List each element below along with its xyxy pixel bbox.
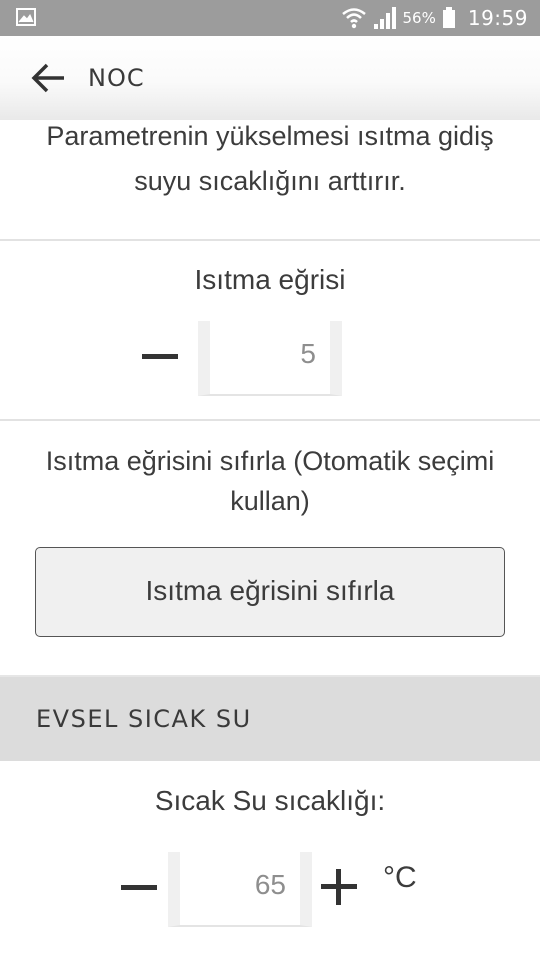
hot-water-label: Sıcak Su sıcaklığı: [154,785,386,816]
status-time: 19:59 [467,6,528,30]
temperature-unit: °C [383,861,417,894]
wifi-icon [341,8,366,29]
page-title: NOC [88,64,145,92]
battery-icon [442,7,455,28]
heating-curve-value[interactable]: 5 [198,321,342,396]
hot-water-value[interactable]: 65 [168,852,312,927]
arrow-left-icon[interactable] [28,61,68,95]
hot-water-minus-button[interactable] [121,885,157,890]
reset-curve-button[interactable]: Isıtma eğrisini sıfırla [35,547,505,637]
hot-water-plus-button[interactable] [321,869,357,905]
app-bar: NOC [0,36,540,120]
heating-curve-card: Isıtma eğrisi 5 [0,241,540,419]
battery-percent: 56% [402,9,436,27]
status-icons: 56% 19:59 [341,0,528,36]
signal-icon [373,7,396,29]
reset-curve-card: Isıtma eğrisini sıfırla (Otomatik seçimi… [0,421,540,675]
heating-curve-label: Isıtma eğrisi [194,264,346,295]
gallery-icon [16,8,36,26]
section-header: EVSEL SICAK SU [0,677,540,761]
status-bar: 56% 19:59 [0,0,540,36]
description-text: Parametrenin yükselmesi ısıtma gidiş suy… [46,121,494,196]
settings-content[interactable]: Parametrenin yükselmesi ısıtma gidiş suy… [0,120,540,960]
reset-curve-description: Isıtma eğrisini sıfırla (Otomatik seçimi… [45,446,495,516]
heating-curve-minus-button[interactable] [142,354,178,359]
description-card: Parametrenin yükselmesi ısıtma gidiş suy… [0,120,540,239]
hot-water-card: Sıcak Su sıcaklığı: 65 °C [0,761,540,960]
section-header-title: EVSEL SICAK SU [36,705,252,733]
